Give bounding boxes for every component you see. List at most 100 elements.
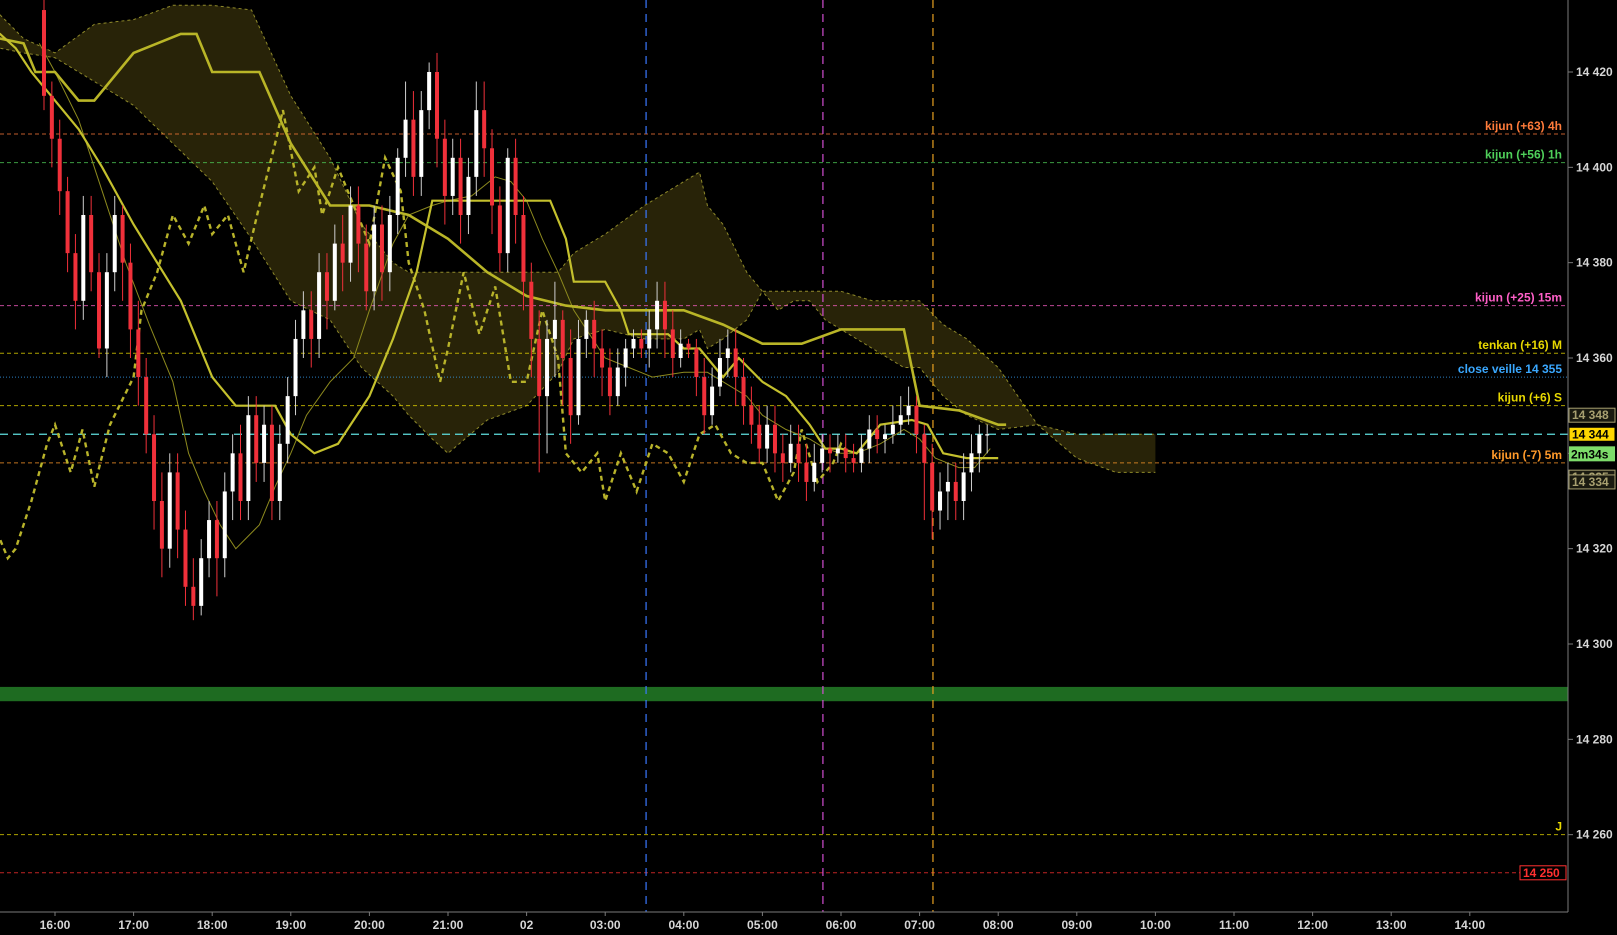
candle-body-53 xyxy=(458,157,463,215)
candle-body-55 xyxy=(474,110,479,177)
x-tick-label-8: 04:00 xyxy=(668,918,699,932)
candle-body-20 xyxy=(199,558,204,606)
candle-body-65 xyxy=(552,319,557,339)
candle-body-21 xyxy=(207,520,212,559)
candle-body-72 xyxy=(607,367,612,397)
candle-body-52 xyxy=(450,157,455,196)
candle-body-12 xyxy=(136,329,141,378)
candle-body-40 xyxy=(356,205,361,244)
candle-body-108 xyxy=(890,424,895,435)
candle-body-66 xyxy=(560,319,565,358)
candle-body-94 xyxy=(780,453,785,463)
candle-body-10 xyxy=(120,215,125,263)
candle-body-77 xyxy=(647,329,652,349)
price-tag-label-0: 14 348 xyxy=(1572,408,1609,422)
level-label-6: kijun (-7) 5m xyxy=(1491,448,1562,462)
y-tick-label-8: 14 260 xyxy=(1576,828,1613,842)
candle-body-111 xyxy=(914,405,919,435)
candle-body-82 xyxy=(686,343,691,349)
candle-body-75 xyxy=(631,338,636,349)
candle-body-89 xyxy=(741,377,746,406)
candle-body-49 xyxy=(427,72,432,111)
candle-body-61 xyxy=(521,215,526,282)
candle-body-67 xyxy=(568,358,573,416)
candle-body-59 xyxy=(505,157,510,254)
candle-body-119 xyxy=(977,434,982,454)
candle-body-95 xyxy=(788,443,793,463)
candle-body-38 xyxy=(340,243,345,263)
candle-body-54 xyxy=(466,176,471,215)
x-tick-label-2: 18:00 xyxy=(197,918,228,932)
level-label-2: kijun (+25) 15m xyxy=(1475,291,1562,305)
candle-body-30 xyxy=(277,443,282,501)
x-tick-label-11: 07:00 xyxy=(904,918,935,932)
candle-body-36 xyxy=(324,272,329,301)
candle-body-13 xyxy=(144,377,149,435)
candle-body-70 xyxy=(592,319,597,349)
timer-label: 2m34s xyxy=(1571,447,1609,461)
x-tick-label-5: 21:00 xyxy=(433,918,464,932)
candle-body-118 xyxy=(969,453,974,473)
x-tick-label-16: 12:00 xyxy=(1297,918,1328,932)
y-tick-label-1: 14 400 xyxy=(1576,160,1613,174)
candle-body-112 xyxy=(922,434,927,463)
candle-body-0 xyxy=(41,10,46,96)
candle-body-120 xyxy=(985,434,990,436)
candle-body-4 xyxy=(73,253,78,301)
candle-body-29 xyxy=(269,424,274,501)
x-tick-label-17: 13:00 xyxy=(1376,918,1407,932)
price-tag-label-3: 14 334 xyxy=(1572,475,1609,489)
y-tick-label-7: 14 280 xyxy=(1576,732,1613,746)
candle-body-51 xyxy=(442,138,447,196)
candle-body-91 xyxy=(757,424,762,449)
x-tick-label-0: 16:00 xyxy=(40,918,71,932)
candle-body-45 xyxy=(395,157,400,215)
candle-body-79 xyxy=(662,300,667,330)
level-label-1: kijun (+56) 1h xyxy=(1485,148,1562,162)
candle-body-109 xyxy=(898,415,903,425)
candle-body-6 xyxy=(89,215,94,273)
candle-body-16 xyxy=(167,472,172,549)
candle-body-19 xyxy=(191,586,196,606)
x-tick-label-7: 03:00 xyxy=(590,918,621,932)
candle-body-44 xyxy=(387,215,392,273)
candle-body-3 xyxy=(65,191,70,254)
candle-body-110 xyxy=(906,405,911,416)
level-label-5: kijun (+6) S xyxy=(1498,391,1562,405)
price-tag-label-1: 14 344 xyxy=(1572,427,1609,441)
candle-body-107 xyxy=(883,434,888,440)
candle-body-2 xyxy=(57,138,62,192)
candle-body-97 xyxy=(804,462,809,482)
candle-body-117 xyxy=(961,472,966,501)
x-tick-label-13: 09:00 xyxy=(1061,918,1092,932)
candle-body-92 xyxy=(765,424,770,449)
candle-body-69 xyxy=(584,319,589,339)
candle-body-74 xyxy=(623,348,628,368)
level-label-4: close veille 14 355 xyxy=(1458,362,1562,376)
y-tick-label-0: 14 420 xyxy=(1576,65,1613,79)
x-tick-label-15: 11:00 xyxy=(1219,918,1249,932)
x-tick-label-12: 08:00 xyxy=(983,918,1014,932)
candle-body-5 xyxy=(81,215,86,301)
candle-body-22 xyxy=(214,520,219,559)
candle-body-62 xyxy=(529,281,534,339)
candle-body-86 xyxy=(717,358,722,387)
price-chart[interactable]: kijun (+63) 4h kijun (+56) 1h kijun (+25) … xyxy=(0,0,1617,935)
candle-body-106 xyxy=(875,429,880,440)
candle-body-84 xyxy=(702,377,707,416)
candle-body-58 xyxy=(497,205,502,254)
support-zone-band xyxy=(0,686,1568,702)
candle-body-63 xyxy=(537,338,542,397)
candle-body-96 xyxy=(796,443,801,463)
candle-body-47 xyxy=(411,119,416,177)
y-tick-label-5: 14 320 xyxy=(1576,542,1613,556)
candle-body-23 xyxy=(222,491,227,559)
x-tick-label-4: 20:00 xyxy=(354,918,385,932)
candle-body-57 xyxy=(490,148,495,206)
candle-body-76 xyxy=(639,338,644,349)
price-tag-label-4: 14 250 xyxy=(1523,866,1560,880)
candle-body-105 xyxy=(867,429,872,449)
candle-body-35 xyxy=(317,272,322,339)
candle-body-7 xyxy=(97,272,102,349)
candle-body-32 xyxy=(293,338,298,397)
